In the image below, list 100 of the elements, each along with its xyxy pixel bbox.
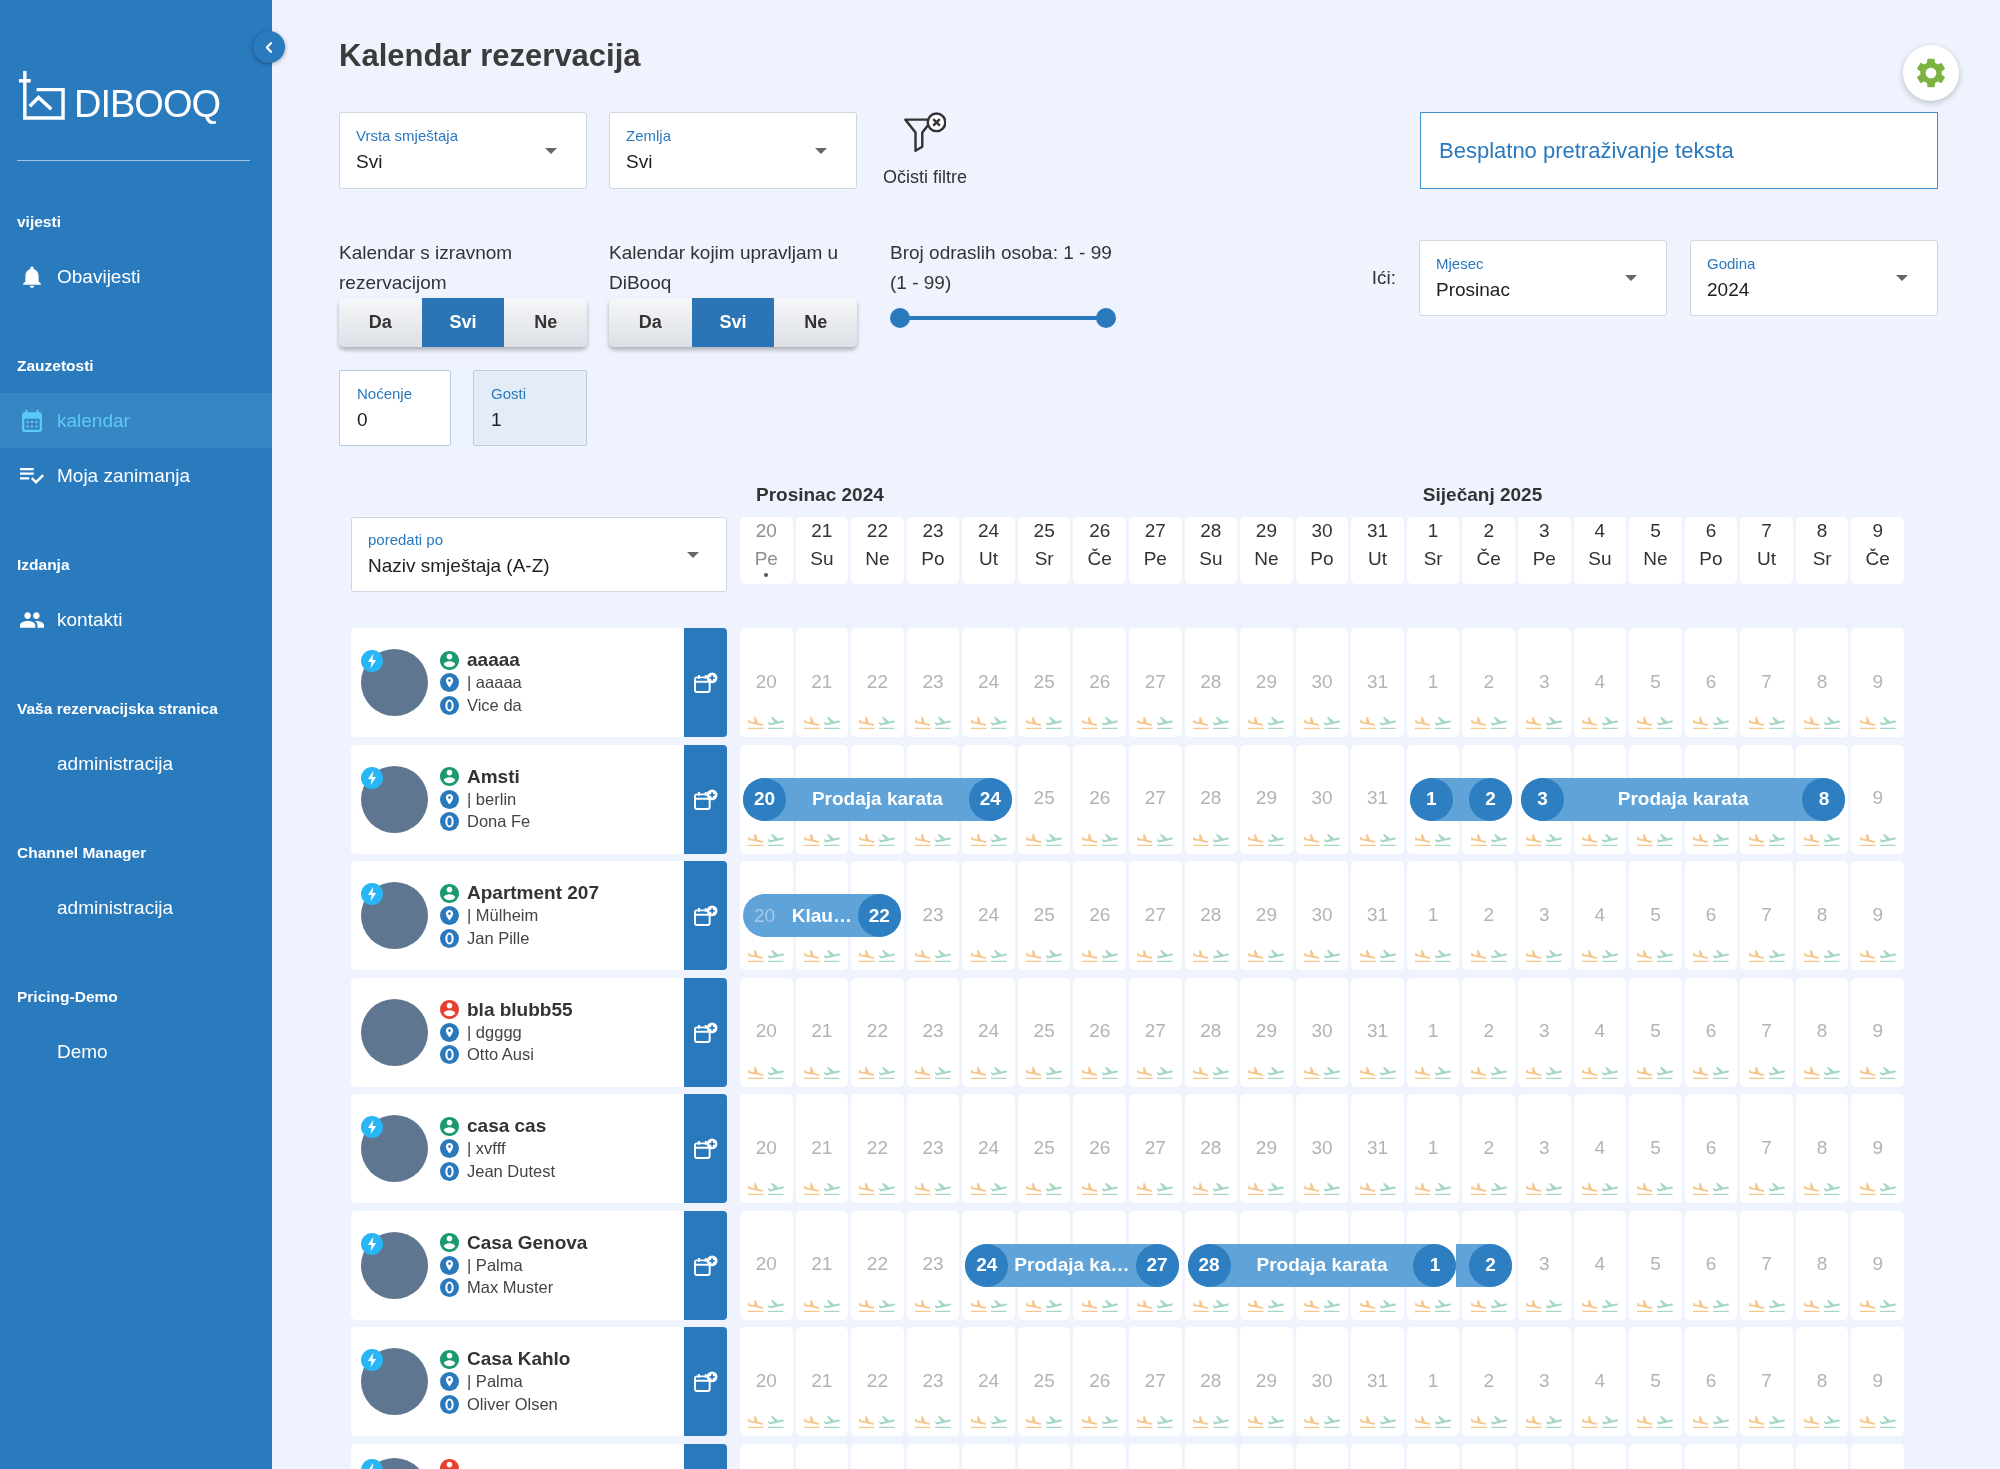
takeoff-plane-icon bbox=[1713, 833, 1729, 846]
landing-plane-icon bbox=[1026, 833, 1043, 846]
takeoff-plane-icon bbox=[1546, 833, 1563, 846]
landing-plane-icon bbox=[1192, 717, 1209, 729]
number-field[interactable]: Noćenje 0 bbox=[339, 370, 451, 446]
landing-plane-icon bbox=[1637, 950, 1654, 962]
day-number: 22 bbox=[866, 519, 888, 543]
month-label: Siječanj 2025 bbox=[1422, 484, 1543, 505]
landing-plane-icon bbox=[970, 1183, 987, 1195]
landing-plane-icon bbox=[1804, 833, 1821, 846]
takeoff-plane-icon bbox=[823, 1416, 840, 1428]
add-booking-button[interactable] bbox=[684, 1327, 727, 1436]
day-number: 26 bbox=[1089, 903, 1111, 926]
collapse-button[interactable] bbox=[253, 31, 285, 63]
landing-plane-icon bbox=[1415, 1066, 1432, 1079]
settings-button[interactable] bbox=[1903, 45, 1959, 101]
month-dropdown[interactable]: Mjesec Prosinac bbox=[1419, 240, 1667, 316]
segment-button[interactable]: Svi bbox=[421, 298, 505, 347]
add-booking-button[interactable] bbox=[684, 744, 727, 854]
add-booking-button[interactable] bbox=[684, 861, 727, 970]
filter-dropdown[interactable]: Vrsta smještaja Svi bbox=[339, 112, 587, 189]
landing-plane-icon bbox=[1859, 833, 1876, 846]
landing-plane-icon bbox=[970, 1416, 987, 1428]
landing-plane-icon bbox=[1859, 1299, 1876, 1312]
sidebar-item[interactable]: kontakti bbox=[0, 592, 272, 647]
day-number: 3 bbox=[1539, 1020, 1550, 1042]
slider-thumb[interactable] bbox=[890, 308, 910, 328]
day-number: 31 bbox=[1367, 1020, 1389, 1042]
landing-plane-icon bbox=[1192, 1066, 1209, 1079]
takeoff-plane-icon bbox=[1824, 833, 1841, 846]
takeoff-plane-icon bbox=[1768, 1183, 1785, 1195]
segment-button[interactable]: Da bbox=[339, 298, 422, 347]
sidebar-item[interactable]: Demo bbox=[0, 1024, 272, 1079]
sort-dropdown[interactable]: poredati po Naziv smještaja (A-Z) bbox=[351, 517, 727, 592]
section-heading: Izdanja bbox=[17, 555, 70, 574]
sidebar-item[interactable]: administracija bbox=[0, 736, 272, 791]
landing-plane-icon bbox=[1804, 717, 1821, 729]
sidebar-item[interactable]: Moja zanimanja bbox=[0, 448, 272, 503]
takeoff-plane-icon bbox=[990, 717, 1007, 729]
landing-plane-icon bbox=[859, 1183, 876, 1195]
day-number: 8 bbox=[1816, 519, 1828, 543]
segment-button[interactable]: Ne bbox=[504, 298, 587, 347]
landing-plane-icon bbox=[970, 1066, 987, 1079]
weekday: Po bbox=[921, 547, 945, 571]
location-text: | dgggg bbox=[467, 1022, 522, 1042]
day-number: 4 bbox=[1594, 670, 1606, 693]
day-number: 8 bbox=[1816, 670, 1828, 693]
segment-button[interactable]: Da bbox=[609, 298, 692, 347]
section-heading: Pricing-Demo bbox=[17, 987, 118, 1006]
takeoff-plane-icon bbox=[1046, 1066, 1063, 1079]
segment-button[interactable]: Svi bbox=[691, 298, 775, 347]
takeoff-plane-icon bbox=[1212, 717, 1229, 729]
add-booking-button[interactable] bbox=[684, 977, 727, 1087]
segment-button[interactable]: Ne bbox=[774, 298, 857, 347]
takeoff-plane-icon bbox=[1157, 1416, 1174, 1428]
sidebar-item[interactable]: Obavijesti bbox=[0, 249, 272, 304]
search-field[interactable]: Besplatno pretraživanje teksta bbox=[1420, 112, 1938, 189]
takeoff-plane-icon bbox=[879, 1183, 896, 1195]
day-number: 8 bbox=[1816, 903, 1828, 926]
takeoff-plane-icon bbox=[879, 1416, 896, 1428]
weekday: Su bbox=[1199, 547, 1223, 571]
day-number: 30 bbox=[1311, 1020, 1333, 1042]
takeoff-plane-icon bbox=[1324, 717, 1340, 729]
takeoff-plane-icon bbox=[1268, 1066, 1285, 1079]
landing-plane-icon bbox=[803, 1299, 820, 1312]
weekday: Pe bbox=[1143, 547, 1167, 571]
takeoff-plane-icon bbox=[1546, 1183, 1563, 1195]
takeoff-plane-icon bbox=[990, 1299, 1007, 1312]
landing-plane-icon bbox=[1304, 1066, 1320, 1079]
takeoff-plane-icon bbox=[1601, 1299, 1618, 1312]
weekday: Po bbox=[1699, 547, 1723, 571]
filter-dropdown[interactable]: Zemlja Svi bbox=[609, 112, 857, 189]
day-number: 23 bbox=[922, 1020, 944, 1042]
slider-label: Broj odraslih osoba: 1 - 99 bbox=[890, 242, 1112, 263]
landing-plane-icon bbox=[1526, 833, 1543, 846]
slider-thumb[interactable] bbox=[1096, 308, 1116, 328]
booking-label: Prodaja karata bbox=[1616, 788, 1750, 810]
day-number: 29 bbox=[1255, 1369, 1277, 1392]
add-booking-button[interactable] bbox=[684, 1210, 727, 1320]
day-number: 1 bbox=[1427, 903, 1439, 926]
add-booking-button[interactable] bbox=[684, 628, 727, 737]
day-number: 25 bbox=[1033, 787, 1055, 809]
landing-plane-icon bbox=[803, 833, 820, 846]
takeoff-plane-icon bbox=[1101, 1299, 1118, 1312]
clear-filters-button[interactable]: Očisti filtre bbox=[879, 112, 971, 189]
landing-plane-icon bbox=[1137, 950, 1154, 962]
property-name: Casa Kahlo bbox=[467, 1348, 571, 1370]
add-booking-button[interactable] bbox=[684, 1094, 727, 1203]
year-dropdown[interactable]: Godina 2024 bbox=[1690, 240, 1938, 316]
landing-plane-icon bbox=[915, 717, 931, 729]
day-number: 7 bbox=[1761, 519, 1772, 543]
landing-plane-icon bbox=[1359, 1299, 1376, 1312]
landing-plane-icon bbox=[1581, 1183, 1598, 1195]
sidebar-item[interactable]: administracija bbox=[0, 880, 272, 935]
day-number: 4 bbox=[1594, 903, 1606, 926]
takeoff-plane-icon bbox=[768, 1299, 785, 1312]
day-number: 30 bbox=[1311, 787, 1333, 809]
takeoff-plane-icon bbox=[1601, 950, 1618, 962]
takeoff-plane-icon bbox=[1768, 717, 1785, 729]
day-number: 30 bbox=[1311, 519, 1333, 543]
